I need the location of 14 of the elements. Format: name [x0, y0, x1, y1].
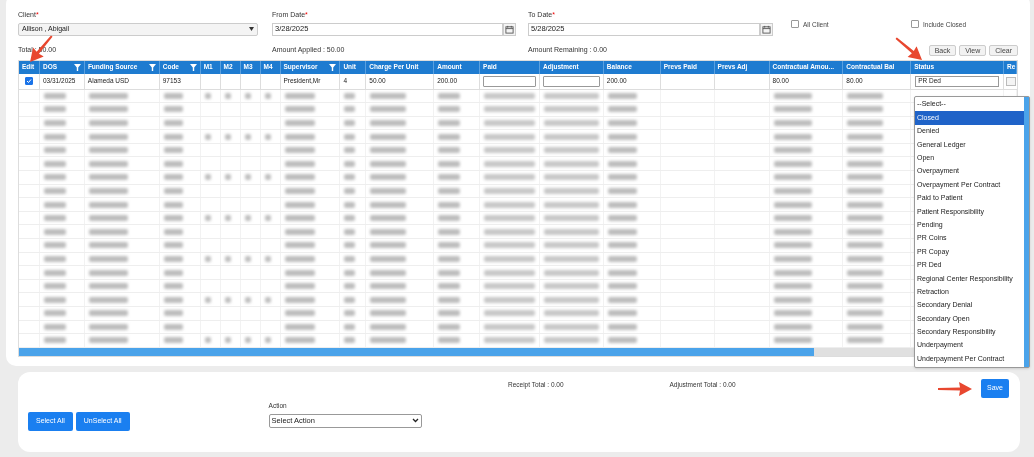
- paid-input[interactable]: [483, 75, 536, 87]
- filter-icon[interactable]: [148, 63, 156, 71]
- row-checkbox[interactable]: [24, 77, 33, 85]
- checkbox[interactable]: [911, 20, 919, 28]
- calendar-icon[interactable]: [762, 24, 771, 34]
- calendar-icon[interactable]: [505, 24, 514, 34]
- filter-icon[interactable]: [189, 63, 197, 71]
- filter-icon[interactable]: [329, 63, 337, 71]
- checkbox[interactable]: [791, 20, 799, 28]
- filter-icon[interactable]: [73, 63, 81, 71]
- annotation-arrow: [938, 382, 972, 396]
- caret-icon: [249, 27, 254, 31]
- chevron-down-icon: [411, 418, 419, 424]
- adjustment-input[interactable]: [542, 75, 600, 87]
